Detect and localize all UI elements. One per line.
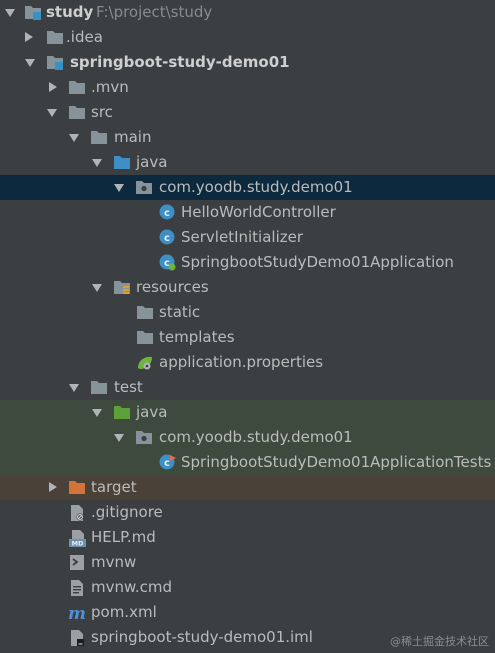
collapse-arrow-icon[interactable] bbox=[113, 425, 127, 450]
tree-node-test[interactable]: test bbox=[0, 375, 495, 400]
tree-node-label: templates bbox=[159, 328, 235, 346]
excluded-folder-icon bbox=[68, 475, 86, 500]
tree-node-label: SpringbootStudyDemo01ApplicationTests bbox=[181, 453, 492, 471]
svg-text:c: c bbox=[164, 208, 170, 219]
source-root-folder-icon bbox=[113, 150, 131, 175]
iml-file-icon bbox=[68, 625, 86, 650]
tree-node-app-properties[interactable]: application.properties bbox=[0, 350, 495, 375]
folder-icon bbox=[136, 300, 154, 325]
project-tree: study F:\project\study .idea springboot-… bbox=[0, 0, 495, 653]
collapse-arrow-icon[interactable] bbox=[91, 400, 105, 425]
tree-node-label: static bbox=[159, 303, 201, 321]
tree-node-main-java[interactable]: java bbox=[0, 150, 495, 175]
folder-icon bbox=[46, 25, 64, 50]
tree-node-label: src bbox=[91, 103, 113, 121]
tree-node-test-java[interactable]: java bbox=[0, 400, 495, 425]
package-icon bbox=[135, 175, 153, 200]
folder-icon bbox=[136, 325, 154, 350]
tree-node-mvnw-cmd[interactable]: mvnw.cmd bbox=[0, 575, 495, 600]
tree-node-pom[interactable]: m pom.xml bbox=[0, 600, 495, 625]
test-root-folder-icon bbox=[113, 400, 131, 425]
tree-node-templates[interactable]: templates bbox=[0, 325, 495, 350]
tree-node-study[interactable]: study F:\project\study bbox=[0, 0, 495, 25]
tree-node-label: HelloWorldController bbox=[181, 203, 336, 221]
tree-node-label: springboot-study-demo01.iml bbox=[91, 628, 313, 646]
collapse-arrow-icon[interactable] bbox=[68, 375, 82, 400]
tree-node-main-package[interactable]: com.yoodb.study.demo01 bbox=[0, 175, 495, 200]
root-project-path: F:\project\study bbox=[96, 3, 213, 21]
tree-node-label: target bbox=[91, 478, 137, 496]
test-class-icon: c bbox=[159, 450, 177, 475]
tree-node-gitignore[interactable]: .gitignore bbox=[0, 500, 495, 525]
tree-node-resources[interactable]: resources bbox=[0, 275, 495, 300]
markdown-file-icon: MD bbox=[68, 525, 86, 550]
tree-node-target[interactable]: target bbox=[0, 475, 495, 500]
spring-properties-icon bbox=[136, 350, 154, 375]
collapse-arrow-icon[interactable] bbox=[4, 0, 18, 25]
folder-icon bbox=[90, 125, 108, 150]
collapse-arrow-icon[interactable] bbox=[68, 125, 82, 150]
tree-node-label: com.yoodb.study.demo01 bbox=[159, 178, 353, 196]
tree-node-src[interactable]: src bbox=[0, 100, 495, 125]
tree-node-label: ServletInitializer bbox=[181, 228, 304, 246]
tree-node-label: test bbox=[114, 378, 143, 396]
tree-node-label: mvnw.cmd bbox=[91, 578, 173, 596]
tree-node-class-servlet[interactable]: c ServletInitializer bbox=[0, 225, 495, 250]
tree-node-label: mvnw bbox=[91, 553, 137, 571]
tree-node-label: .idea bbox=[66, 28, 103, 46]
tree-node-label: pom.xml bbox=[91, 603, 157, 621]
tree-node-main[interactable]: main bbox=[0, 125, 495, 150]
folder-icon bbox=[68, 100, 86, 125]
resources-folder-icon bbox=[113, 275, 131, 300]
tree-node-class-tests[interactable]: c SpringbootStudyDemo01ApplicationTests bbox=[0, 450, 495, 475]
tree-node-label: main bbox=[114, 128, 152, 146]
expand-arrow-icon[interactable] bbox=[22, 25, 36, 50]
collapse-arrow-icon[interactable] bbox=[91, 150, 105, 175]
tree-node-mvnw[interactable]: mvnw bbox=[0, 550, 495, 575]
tree-node-class-app[interactable]: c SpringbootStudyDemo01Application bbox=[0, 250, 495, 275]
svg-text:c: c bbox=[164, 233, 170, 244]
tree-node-label: application.properties bbox=[159, 353, 324, 371]
class-icon: c bbox=[159, 200, 177, 225]
project-folder-icon bbox=[24, 0, 42, 25]
svg-text:m: m bbox=[68, 604, 86, 622]
tree-node-mvn[interactable]: .mvn bbox=[0, 75, 495, 100]
spring-boot-class-icon: c bbox=[159, 250, 177, 275]
svg-text:MD: MD bbox=[72, 540, 84, 548]
class-icon: c bbox=[159, 225, 177, 250]
tree-node-label: com.yoodb.study.demo01 bbox=[159, 428, 353, 446]
tree-node-label: SpringbootStudyDemo01Application bbox=[181, 253, 454, 271]
root-project-name: study bbox=[46, 3, 94, 21]
tree-node-class-hello[interactable]: c HelloWorldController bbox=[0, 200, 495, 225]
collapse-arrow-icon[interactable] bbox=[24, 50, 38, 75]
folder-icon bbox=[90, 375, 108, 400]
package-icon bbox=[135, 425, 153, 450]
collapse-arrow-icon[interactable] bbox=[113, 175, 127, 200]
tree-node-module[interactable]: springboot-study-demo01 bbox=[0, 50, 495, 75]
tree-node-label: java bbox=[136, 153, 168, 171]
folder-icon bbox=[68, 75, 86, 100]
svg-text:c: c bbox=[164, 458, 170, 469]
tree-node-label: HELP.md bbox=[91, 528, 156, 546]
module-name: springboot-study-demo01 bbox=[70, 53, 290, 71]
tree-node-static[interactable]: static bbox=[0, 300, 495, 325]
gitignore-file-icon bbox=[68, 500, 86, 525]
watermark: @稀土掘金技术社区 bbox=[390, 635, 489, 648]
module-folder-icon bbox=[46, 50, 64, 75]
tree-node-idea[interactable]: .idea bbox=[0, 25, 495, 50]
tree-node-test-package[interactable]: com.yoodb.study.demo01 bbox=[0, 425, 495, 450]
expand-arrow-icon[interactable] bbox=[46, 475, 60, 500]
tree-node-label: .gitignore bbox=[91, 503, 163, 521]
tree-node-label: resources bbox=[136, 278, 209, 296]
shell-script-icon bbox=[68, 550, 86, 575]
text-file-icon bbox=[68, 575, 86, 600]
collapse-arrow-icon[interactable] bbox=[46, 100, 60, 125]
tree-node-label: .mvn bbox=[91, 78, 129, 96]
expand-arrow-icon[interactable] bbox=[46, 75, 60, 100]
tree-node-label: java bbox=[136, 403, 168, 421]
tree-node-help[interactable]: MD HELP.md bbox=[0, 525, 495, 550]
maven-icon: m bbox=[68, 600, 86, 625]
collapse-arrow-icon[interactable] bbox=[91, 275, 105, 300]
